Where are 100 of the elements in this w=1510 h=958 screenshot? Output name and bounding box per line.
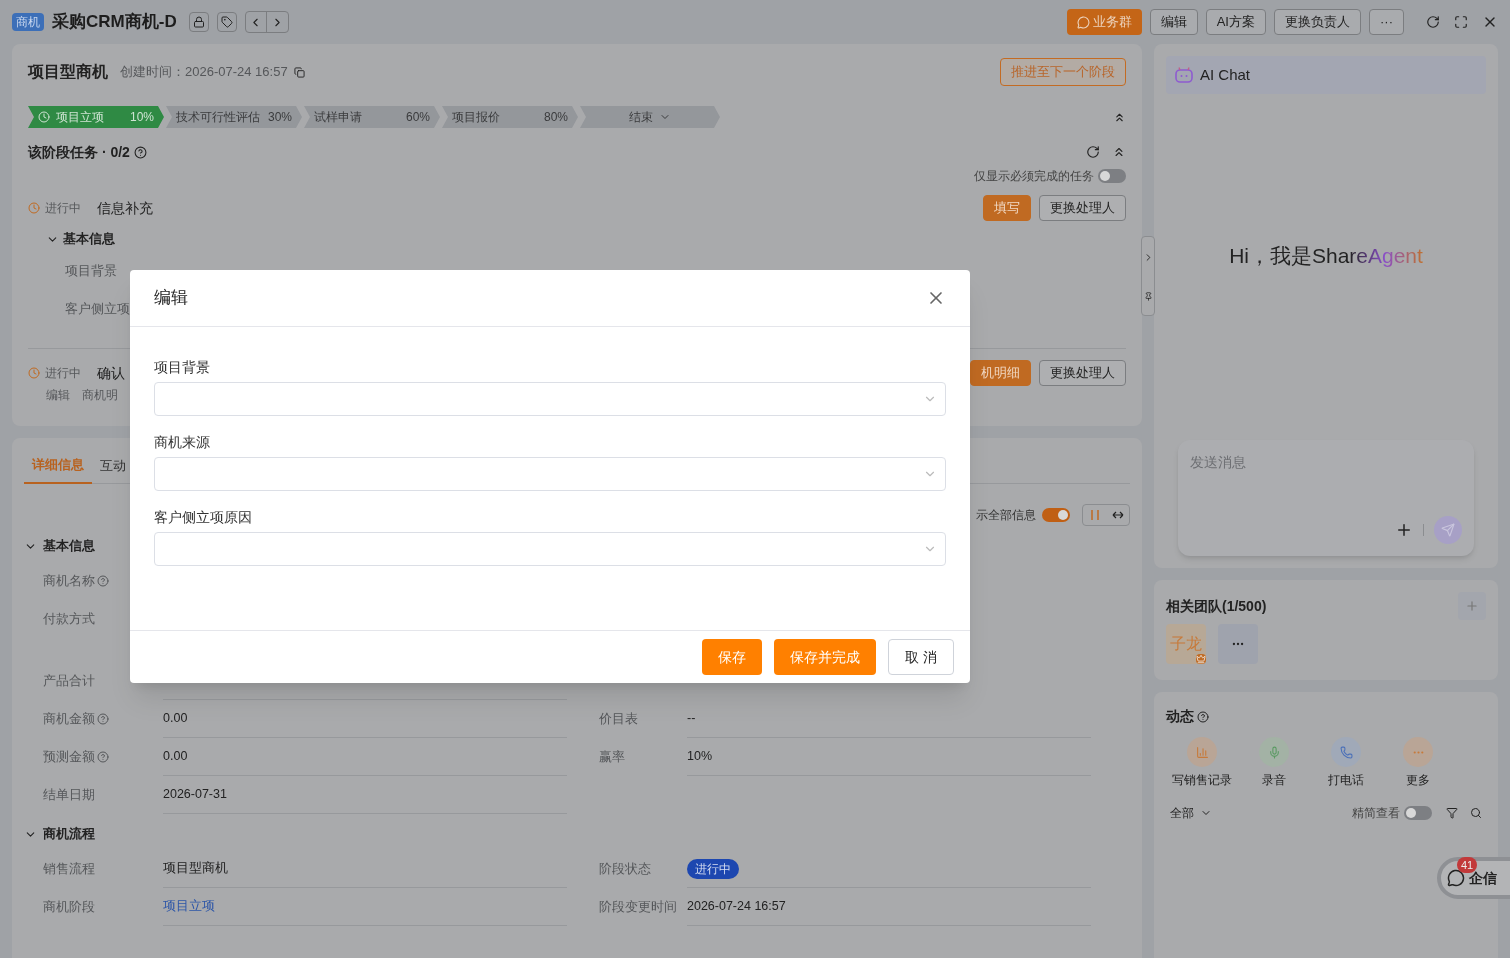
refresh-icon[interactable] bbox=[1426, 15, 1440, 29]
chat-bubble-icon bbox=[1076, 15, 1090, 29]
dialog-title: 编辑 bbox=[154, 287, 188, 310]
field-label: 阶段状态 bbox=[599, 860, 651, 878]
filter-icon[interactable] bbox=[1446, 807, 1458, 819]
robot-icon bbox=[1174, 67, 1194, 83]
button[interactable]: 更换处理人 bbox=[1039, 195, 1126, 221]
header-button[interactable]: 编辑 bbox=[1149, 9, 1198, 35]
primary-button[interactable]: 机明细 bbox=[970, 360, 1031, 386]
field-value: 0.00 bbox=[163, 710, 188, 728]
field-value: 0.00 bbox=[163, 748, 188, 766]
compact-view-label: 精简查看 bbox=[1352, 805, 1400, 822]
activity-title: 动态 bbox=[1166, 707, 1194, 726]
field-label: 价目表 bbox=[599, 710, 638, 728]
team-title: 相关团队(1/500) bbox=[1166, 596, 1267, 616]
field-label: 商机阶段 bbox=[43, 898, 95, 916]
tab[interactable]: 互动 bbox=[92, 447, 134, 484]
tag-icon bbox=[220, 16, 233, 28]
primary-button[interactable]: 保存 bbox=[702, 639, 763, 675]
header-button[interactable]: AI方案 bbox=[1205, 9, 1266, 35]
phone-icon bbox=[1331, 737, 1361, 767]
task-title: 确认 bbox=[97, 363, 125, 383]
field-label: 销售流程 bbox=[43, 860, 95, 878]
select-field[interactable] bbox=[154, 382, 946, 416]
field-label: 商机名称 bbox=[43, 571, 109, 591]
toggle-switch[interactable] bbox=[1098, 169, 1126, 183]
help-icon[interactable] bbox=[133, 145, 147, 159]
section-title: 商机流程 bbox=[43, 825, 95, 844]
field-value: 项目型商机 bbox=[163, 860, 228, 878]
more-icon bbox=[1403, 737, 1433, 767]
search-icon[interactable] bbox=[1470, 807, 1482, 819]
crown-icon bbox=[1196, 654, 1206, 664]
help-icon[interactable] bbox=[1197, 710, 1209, 723]
status-badge: 进行中 bbox=[687, 858, 739, 879]
field-label: 项目背景 bbox=[65, 262, 117, 280]
header-button[interactable]: ··· bbox=[1369, 9, 1404, 35]
stage-step[interactable]: 项目立项 10% bbox=[28, 106, 164, 128]
field-label: 项目背景 bbox=[154, 358, 210, 377]
header-button[interactable]: 更换负责人 bbox=[1274, 9, 1361, 35]
activity-action[interactable]: 写销售记录 bbox=[1166, 737, 1238, 789]
field-value: 2026-07-31 bbox=[163, 786, 227, 804]
button[interactable]: 更换处理人 bbox=[1039, 360, 1126, 386]
task-link[interactable]: 商机明 bbox=[82, 386, 118, 404]
collapse-icon[interactable] bbox=[1112, 145, 1126, 159]
activity-action[interactable]: 更多 bbox=[1382, 737, 1454, 789]
group-title: 基本信息 bbox=[63, 230, 115, 249]
lock-button[interactable] bbox=[188, 12, 209, 32]
task-status: 进行中 bbox=[45, 365, 82, 382]
clock-icon bbox=[38, 111, 50, 123]
fullscreen-icon[interactable] bbox=[1454, 15, 1468, 29]
tasks-title: 该阶段任务 · 0/2 bbox=[28, 142, 130, 162]
stage-step[interactable]: 结束 bbox=[580, 106, 720, 128]
tag-button[interactable] bbox=[216, 12, 237, 32]
stage-step[interactable]: 试样申请 60% bbox=[304, 106, 440, 128]
refresh-icon[interactable] bbox=[1086, 145, 1100, 159]
record-type-badge: 商机 bbox=[12, 13, 44, 31]
messenger-button[interactable]: 企信 41 bbox=[1437, 857, 1510, 899]
field-value: 2026-07-24 16:57 bbox=[687, 898, 786, 916]
field-label: 商机来源 bbox=[154, 433, 210, 452]
microphone-icon bbox=[1259, 737, 1289, 767]
activity-action[interactable]: 打电话 bbox=[1310, 737, 1382, 789]
cancel-button[interactable]: 取 消 bbox=[888, 639, 954, 675]
toggle-switch[interactable] bbox=[1042, 508, 1070, 522]
field-label: 结单日期 bbox=[43, 786, 95, 804]
task-link[interactable]: 编辑 bbox=[46, 386, 70, 404]
stage-link[interactable]: 项目立项 bbox=[163, 897, 215, 916]
lock-icon bbox=[192, 16, 205, 28]
field-value: 10% bbox=[687, 748, 713, 766]
stage-step[interactable]: 技术可行性评估 30% bbox=[166, 106, 302, 128]
copy-icon[interactable] bbox=[293, 66, 305, 78]
select-field[interactable] bbox=[154, 457, 946, 491]
select-field[interactable] bbox=[154, 532, 946, 566]
record-type-title: 项目型商机 bbox=[28, 62, 108, 82]
message-input[interactable]: 发送消息 bbox=[1178, 440, 1474, 556]
add-icon[interactable] bbox=[1395, 521, 1413, 539]
field-label: 赢率 bbox=[599, 748, 625, 766]
panel-handle[interactable] bbox=[1141, 236, 1155, 316]
chat-bubble-icon bbox=[1447, 869, 1465, 887]
ai-chat-title: AI Chat bbox=[1200, 64, 1251, 85]
stage-step[interactable]: 项目报价 80% bbox=[442, 106, 578, 128]
task-status: 进行中 bbox=[45, 200, 82, 217]
task-title: 信息补充 bbox=[97, 198, 153, 218]
activity-action[interactable]: 录音 bbox=[1238, 737, 1310, 789]
resize-arrows-icon[interactable] bbox=[1111, 511, 1124, 519]
chat-group-button[interactable]: 业务群 bbox=[1066, 9, 1142, 35]
field-value: -- bbox=[687, 710, 696, 728]
pin-icon bbox=[1143, 291, 1153, 301]
filter-dropdown[interactable]: 全部 bbox=[1170, 804, 1212, 822]
paper-plane-icon bbox=[1441, 523, 1455, 537]
section-title: 基本信息 bbox=[43, 537, 95, 556]
field-label: 阶段变更时间 bbox=[599, 898, 677, 916]
primary-button[interactable]: 填写 bbox=[983, 195, 1031, 221]
primary-button[interactable]: 保存并完成 bbox=[774, 639, 877, 675]
show-all-label: 示全部信息 bbox=[976, 507, 1036, 524]
field-label: 客户侧立项 bbox=[65, 300, 130, 318]
field-label: 预测金额 bbox=[43, 747, 109, 767]
field-label: 产品合计 bbox=[43, 672, 95, 690]
created-time: 创建时间：2026-07-24 16:57 bbox=[120, 63, 288, 82]
toggle-switch[interactable] bbox=[1404, 806, 1432, 820]
filter-label: 仅显示必须完成的任务 bbox=[974, 168, 1094, 185]
